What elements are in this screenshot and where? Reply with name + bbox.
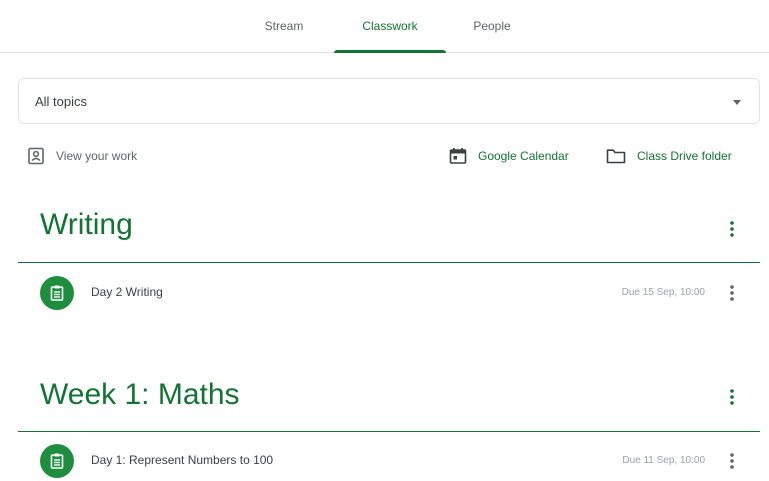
- more-vert-icon: [730, 221, 734, 237]
- more-vert-icon: [730, 453, 734, 469]
- section-divider: [18, 262, 760, 263]
- calendar-icon: [449, 148, 467, 164]
- topic-filter-value: All topics: [35, 93, 88, 109]
- assignment-more-button[interactable]: [720, 281, 744, 305]
- tab-classwork[interactable]: Classwork: [334, 0, 446, 53]
- assignment-due-date: Due 15 Sep, 10:00: [621, 287, 705, 298]
- active-tab-indicator: [334, 50, 446, 53]
- section-divider: [18, 431, 760, 432]
- assignment-title[interactable]: Day 1: Represent Numbers to 100: [91, 453, 273, 467]
- google-calendar-label: Google Calendar: [478, 149, 569, 163]
- tab-people[interactable]: People: [462, 0, 522, 52]
- view-your-work-link[interactable]: View your work: [26, 146, 137, 166]
- class-drive-folder-link[interactable]: Class Drive folder: [605, 146, 732, 166]
- section-title-writing: Writing: [40, 208, 133, 241]
- more-vert-icon: [730, 389, 734, 405]
- assignment-icon: [40, 276, 74, 310]
- tab-stream-label: Stream: [264, 19, 304, 33]
- tab-bar: Stream Classwork People: [0, 0, 769, 53]
- tab-people-label: People: [473, 19, 511, 33]
- assignment-due-date: Due 11 Sep, 10:00: [622, 455, 705, 466]
- folder-icon: [606, 149, 626, 164]
- view-your-work-label: View your work: [56, 149, 138, 163]
- more-vert-icon: [730, 285, 734, 301]
- section-more-button[interactable]: [720, 385, 744, 409]
- assignment-icon: [40, 444, 74, 478]
- tab-classwork-label: Classwork: [362, 19, 418, 33]
- class-drive-folder-label: Class Drive folder: [637, 149, 732, 163]
- section-more-button[interactable]: [720, 217, 744, 241]
- section-title-week-1-maths: Week 1: Maths: [40, 378, 240, 411]
- google-calendar-link[interactable]: Google Calendar: [448, 146, 569, 166]
- assignment-more-button[interactable]: [720, 449, 744, 473]
- tab-stream[interactable]: Stream: [252, 0, 316, 52]
- assignment-title[interactable]: Day 2 Writing: [91, 285, 163, 299]
- dropdown-caret-icon: [733, 100, 741, 105]
- person-badge-icon: [28, 147, 44, 165]
- topic-filter-select[interactable]: All topics: [18, 78, 760, 124]
